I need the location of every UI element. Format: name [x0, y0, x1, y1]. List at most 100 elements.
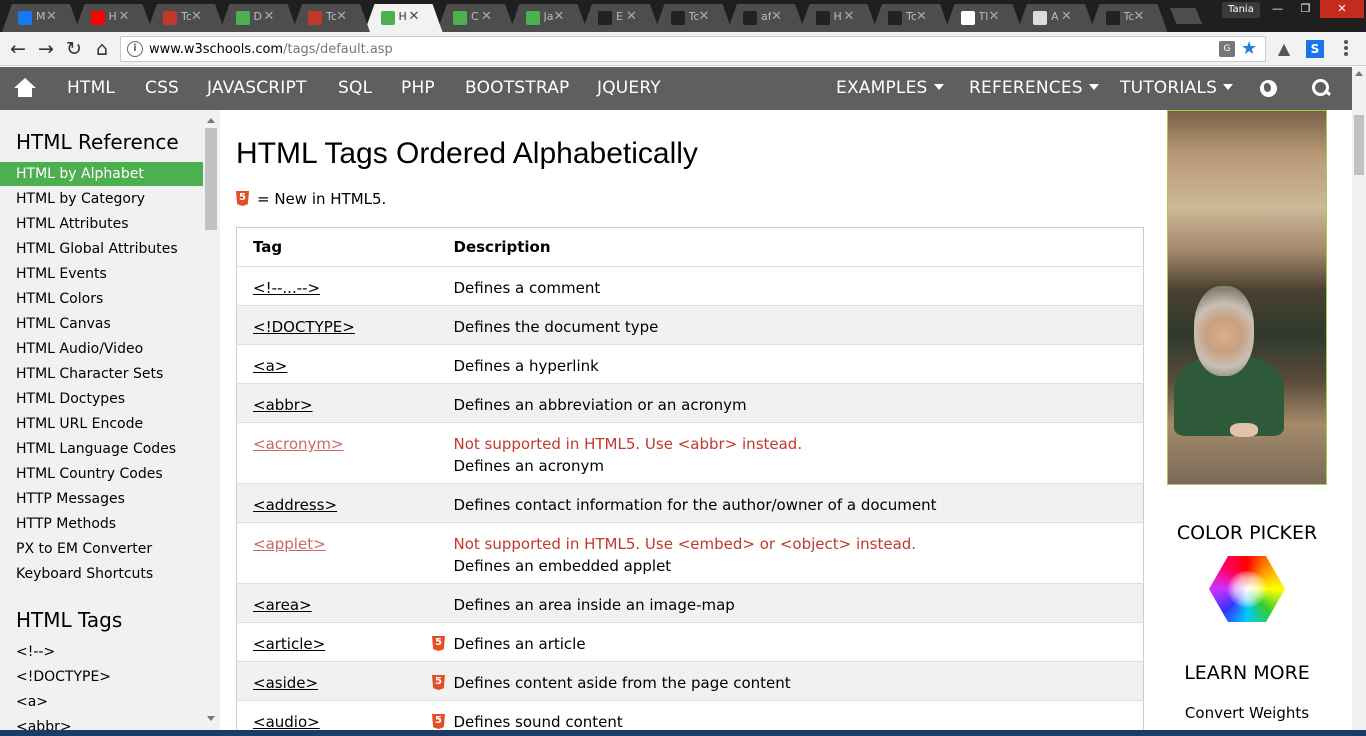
translate-icon[interactable]: G [1219, 41, 1235, 57]
browser-tab[interactable]: D ✕ [220, 4, 298, 32]
tag-link[interactable]: <aside> [253, 674, 318, 692]
sidebar-tag-link[interactable]: <!--> [0, 640, 203, 664]
nav-tutorials[interactable]: TUTORIALS [1120, 67, 1234, 110]
tag-link[interactable]: <area> [253, 596, 312, 614]
sidebar-item-html-canvas[interactable]: HTML Canvas [0, 312, 203, 336]
s-extension-icon[interactable]: S [1306, 40, 1324, 58]
tag-link[interactable]: <!DOCTYPE> [253, 318, 355, 336]
scroll-up-arrow-icon[interactable] [1355, 71, 1363, 76]
nav-php[interactable]: PHP [401, 67, 435, 110]
browser-tab[interactable]: Tc ✕ [147, 4, 225, 32]
browser-tab[interactable]: Tl ✕ [945, 4, 1023, 32]
tab-close-icon[interactable]: ✕ [481, 9, 492, 24]
sidebar-scroll-thumb[interactable] [205, 128, 217, 230]
tab-close-icon[interactable]: ✕ [844, 9, 855, 24]
sidebar-item-html-doctypes[interactable]: HTML Doctypes [0, 387, 203, 411]
nav-css[interactable]: CSS [145, 67, 179, 110]
sidebar-item-html-events[interactable]: HTML Events [0, 262, 203, 286]
sidebar-item-px-to-em-converter[interactable]: PX to EM Converter [0, 537, 203, 561]
new-tab-button[interactable] [1170, 8, 1202, 24]
browser-menu-icon[interactable] [1342, 39, 1350, 59]
tag-link[interactable]: <a> [253, 357, 287, 375]
browser-tab[interactable]: H ✕ [365, 4, 443, 32]
site-info-icon[interactable]: i [127, 41, 143, 57]
tab-close-icon[interactable]: ✕ [554, 9, 565, 24]
tab-close-icon[interactable]: ✕ [409, 9, 420, 24]
sidebar-item-html-url-encode[interactable]: HTML URL Encode [0, 412, 203, 436]
address-bar[interactable]: i www.w3schools.com/tags/default.asp G ★ [120, 36, 1266, 62]
tab-close-icon[interactable]: ✕ [771, 9, 782, 24]
tag-link[interactable]: <abbr> [253, 396, 313, 414]
bookmark-star-icon[interactable]: ★ [1241, 38, 1257, 59]
tab-close-icon[interactable]: ✕ [626, 9, 637, 24]
nav-javascript[interactable]: JAVASCRIPT [207, 67, 307, 110]
home-button-icon[interactable]: ⌂ [90, 37, 114, 61]
browser-tab[interactable]: C ✕ [437, 4, 515, 32]
minimize-icon[interactable]: — [1264, 0, 1291, 18]
advertisement-image[interactable] [1167, 110, 1327, 485]
convert-weights-link[interactable]: Convert Weights [1160, 704, 1334, 722]
sidebar-item-html-character-sets[interactable]: HTML Character Sets [0, 362, 203, 386]
scroll-down-arrow-icon[interactable] [207, 716, 215, 721]
page-scroll-thumb[interactable] [1354, 115, 1364, 175]
sidebar-scrollbar[interactable] [204, 114, 218, 730]
nav-references[interactable]: REFERENCES [969, 67, 1099, 110]
tag-link[interactable]: <applet> [253, 535, 326, 553]
tab-close-icon[interactable]: ✕ [119, 9, 130, 24]
sidebar-item-html-global-attributes[interactable]: HTML Global Attributes [0, 237, 203, 261]
globe-icon[interactable] [1260, 80, 1277, 97]
tag-link[interactable]: <!--...--> [253, 279, 320, 297]
sidebar-item-html-attributes[interactable]: HTML Attributes [0, 212, 203, 236]
sidebar-tag-link[interactable]: <!DOCTYPE> [0, 665, 203, 689]
tab-close-icon[interactable]: ✕ [916, 9, 927, 24]
sidebar-tag-link[interactable]: <a> [0, 690, 203, 714]
sidebar-tag-link[interactable]: <abbr> [0, 715, 203, 730]
page-scrollbar[interactable] [1352, 67, 1366, 730]
browser-tab[interactable]: Tc ✕ [655, 4, 733, 32]
tab-close-icon[interactable]: ✕ [1134, 9, 1145, 24]
tab-close-icon[interactable]: ✕ [1061, 9, 1072, 24]
restore-icon[interactable]: ❐ [1292, 0, 1319, 18]
back-arrow-icon[interactable]: ← [6, 37, 30, 61]
browser-tab[interactable]: Ja ✕ [510, 4, 588, 32]
drive-extension-icon[interactable]: ▲ [1275, 40, 1293, 58]
tag-link[interactable]: <audio> [253, 713, 320, 730]
browser-tab[interactable]: H ✕ [800, 4, 878, 32]
sidebar-item-html-audio-video[interactable]: HTML Audio/Video [0, 337, 203, 361]
address-url[interactable]: www.w3schools.com/tags/default.asp [149, 42, 393, 57]
nav-sql[interactable]: SQL [338, 67, 372, 110]
sidebar-item-html-by-category[interactable]: HTML by Category [0, 187, 203, 211]
tab-close-icon[interactable]: ✕ [699, 9, 710, 24]
tab-close-icon[interactable]: ✕ [46, 9, 57, 24]
reload-icon[interactable]: ↻ [62, 37, 86, 61]
nav-bootstrap[interactable]: BOOTSTRAP [465, 67, 570, 110]
browser-tab[interactable]: Tc ✕ [1090, 4, 1168, 32]
tag-link[interactable]: <acronym> [253, 435, 344, 453]
tab-close-icon[interactable]: ✕ [989, 9, 1000, 24]
browser-tab[interactable]: Tc ✕ [872, 4, 950, 32]
browser-tab[interactable]: Tc ✕ [292, 4, 370, 32]
nav-html[interactable]: HTML [67, 67, 115, 110]
search-icon[interactable] [1312, 79, 1330, 97]
nav-examples[interactable]: EXAMPLES [836, 67, 944, 110]
browser-tab[interactable]: A ✕ [1017, 4, 1095, 32]
profile-button[interactable]: Tania [1222, 2, 1260, 18]
browser-tab[interactable]: H ✕ [75, 4, 153, 32]
sidebar-item-html-colors[interactable]: HTML Colors [0, 287, 203, 311]
browser-tab[interactable]: E ✕ [582, 4, 660, 32]
forward-arrow-icon[interactable]: → [34, 37, 58, 61]
sidebar-item-html-language-codes[interactable]: HTML Language Codes [0, 437, 203, 461]
close-window-icon[interactable]: ✕ [1320, 0, 1364, 18]
browser-tab[interactable]: af ✕ [727, 4, 805, 32]
color-picker-hexagon-icon[interactable] [1209, 556, 1285, 622]
sidebar-item-html-country-codes[interactable]: HTML Country Codes [0, 462, 203, 486]
nav-jquery[interactable]: JQUERY [597, 67, 661, 110]
tag-link[interactable]: <article> [253, 635, 325, 653]
sidebar-item-http-methods[interactable]: HTTP Methods [0, 512, 203, 536]
browser-tab[interactable]: M ✕ [2, 4, 80, 32]
tab-close-icon[interactable]: ✕ [191, 9, 202, 24]
scroll-up-arrow-icon[interactable] [207, 118, 215, 123]
sidebar-item-http-messages[interactable]: HTTP Messages [0, 487, 203, 511]
sidebar-item-html-by-alphabet[interactable]: HTML by Alphabet [0, 162, 203, 186]
sidebar-item-keyboard-shortcuts[interactable]: Keyboard Shortcuts [0, 562, 203, 586]
